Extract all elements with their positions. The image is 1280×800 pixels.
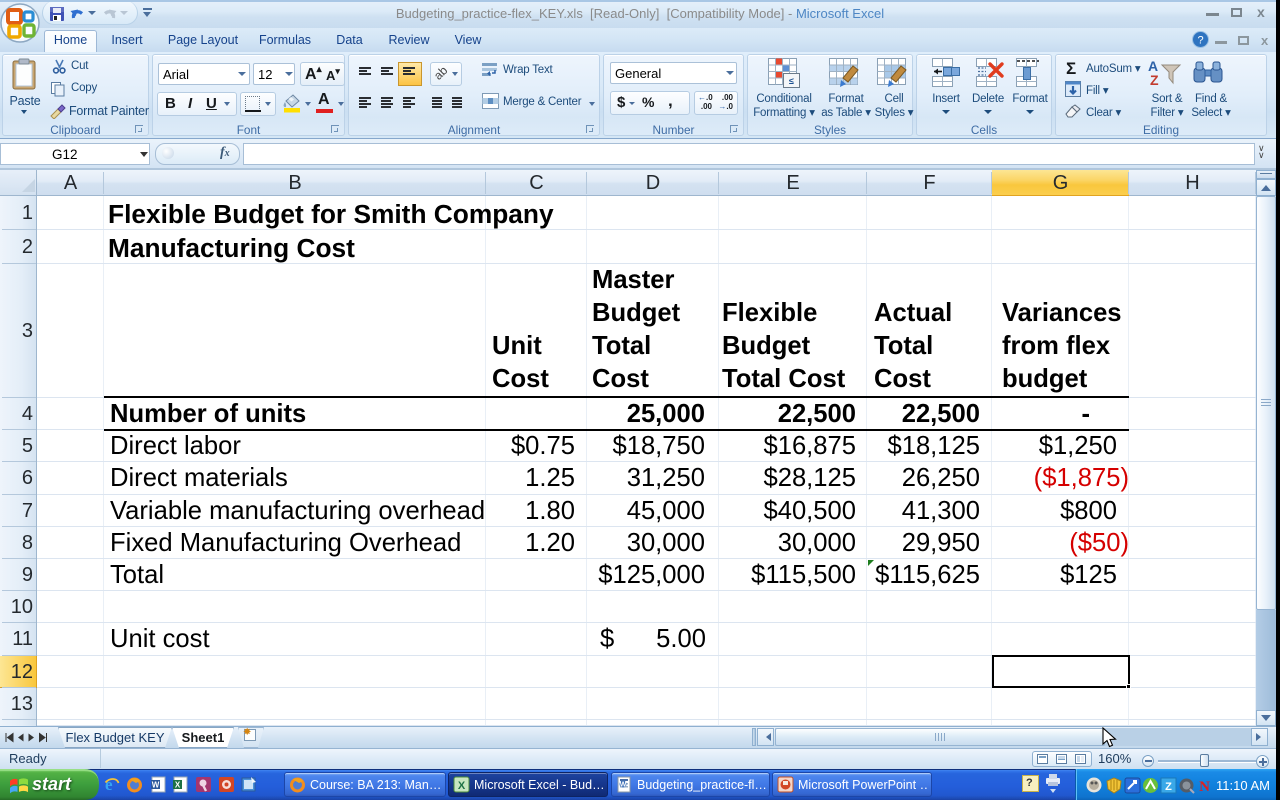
svg-text:?: ? [1197, 35, 1203, 47]
svg-text:Z: Z [1150, 72, 1159, 88]
svg-text:X: X [458, 780, 466, 792]
svg-text:Z: Z [1165, 781, 1172, 793]
svg-text:X: X [175, 781, 181, 790]
svg-text:W: W [152, 781, 160, 790]
svg-text:N: N [1199, 779, 1210, 794]
svg-text:W: W [620, 782, 627, 789]
